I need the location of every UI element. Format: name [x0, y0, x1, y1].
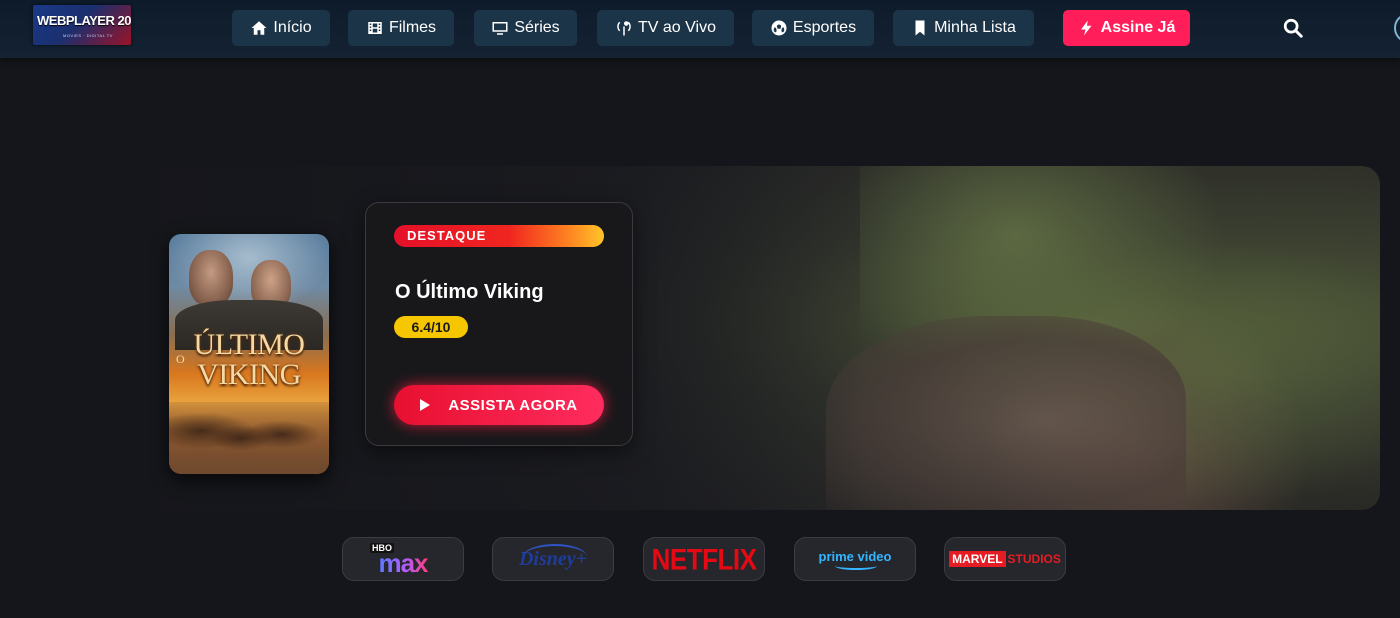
featured-movie-title: O Último Viking: [395, 281, 544, 303]
nav-minha-lista-label: Minha Lista: [934, 19, 1016, 36]
prime-smile: [835, 562, 877, 570]
nav-filmes-label: Filmes: [388, 19, 437, 36]
provider-netflix[interactable]: NETFLIX: [643, 537, 765, 581]
lightning-icon: [1080, 20, 1092, 36]
poster-battle-scene: [169, 402, 329, 474]
top-navigation-bar: WEBPLAYER 2025 MOVIES · DIGITAL TV Iníci…: [0, 0, 1400, 58]
featured-info-card: DESTAQUE O Último Viking 6.4/10 ASSISTA …: [365, 202, 633, 446]
poster-title-line-1: ÚLTIMO: [193, 328, 305, 361]
featured-movie-poster[interactable]: O ÚLTIMO VIKING: [169, 234, 329, 474]
watch-now-button[interactable]: ASSISTA AGORA: [394, 385, 604, 425]
poster-title-line-2: VIKING: [197, 358, 301, 391]
nav-tv-ao-vivo-label: TV ao Vivo: [638, 19, 716, 36]
nav-inicio-label: Início: [273, 19, 312, 36]
soccer-ball-icon: [771, 20, 787, 36]
poster-title: ÚLTIMO VIKING: [169, 330, 329, 390]
marvel-label: MARVEL: [949, 551, 1006, 567]
broadcast-icon: [617, 21, 631, 36]
watch-now-label: ASSISTA AGORA: [448, 396, 578, 414]
nav-filmes-button[interactable]: Filmes: [348, 10, 454, 46]
provider-disney-plus[interactable]: Disney+: [492, 537, 614, 581]
nav-esportes-label: Esportes: [792, 19, 857, 36]
hbo-label: HBO: [370, 543, 394, 553]
marvel-studios-logo: MARVEL STUDIOS: [949, 551, 1061, 567]
home-icon: [251, 21, 267, 35]
rating-badge: 6.4/10: [394, 316, 468, 338]
subscribe-button[interactable]: Assine Já: [1063, 10, 1190, 46]
user-avatar[interactable]: [1394, 13, 1400, 43]
logo-text: WEBPLAYER 2025: [37, 13, 131, 28]
nav-minha-lista-button[interactable]: Minha Lista: [893, 10, 1034, 46]
webplayer-logo[interactable]: WEBPLAYER 2025 MOVIES · DIGITAL TV: [33, 5, 131, 45]
nav-inicio-button[interactable]: Início: [232, 10, 330, 46]
poster-character-1: [189, 250, 233, 306]
logo-subtext: MOVIES · DIGITAL TV: [63, 33, 113, 38]
disney-arc: [523, 544, 587, 570]
nav-series-label: Séries: [514, 19, 560, 36]
bookmark-icon: [915, 20, 925, 36]
search-icon[interactable]: [1282, 17, 1304, 39]
tv-icon: [492, 22, 508, 35]
play-icon: [420, 399, 431, 411]
nav-esportes-button[interactable]: Esportes: [752, 10, 874, 46]
provider-hbo-max[interactable]: HBO max: [342, 537, 464, 581]
featured-badge: DESTAQUE: [394, 225, 604, 247]
film-icon: [368, 22, 382, 34]
nav-tv-ao-vivo-button[interactable]: TV ao Vivo: [597, 10, 734, 46]
studios-label: STUDIOS: [1007, 552, 1061, 566]
provider-marvel-studios[interactable]: MARVEL STUDIOS: [944, 537, 1066, 581]
netflix-logo: NETFLIX: [651, 541, 757, 576]
subscribe-label: Assine Já: [1100, 19, 1176, 36]
provider-prime-video[interactable]: prime video: [794, 537, 916, 581]
nav-series-button[interactable]: Séries: [474, 10, 577, 46]
